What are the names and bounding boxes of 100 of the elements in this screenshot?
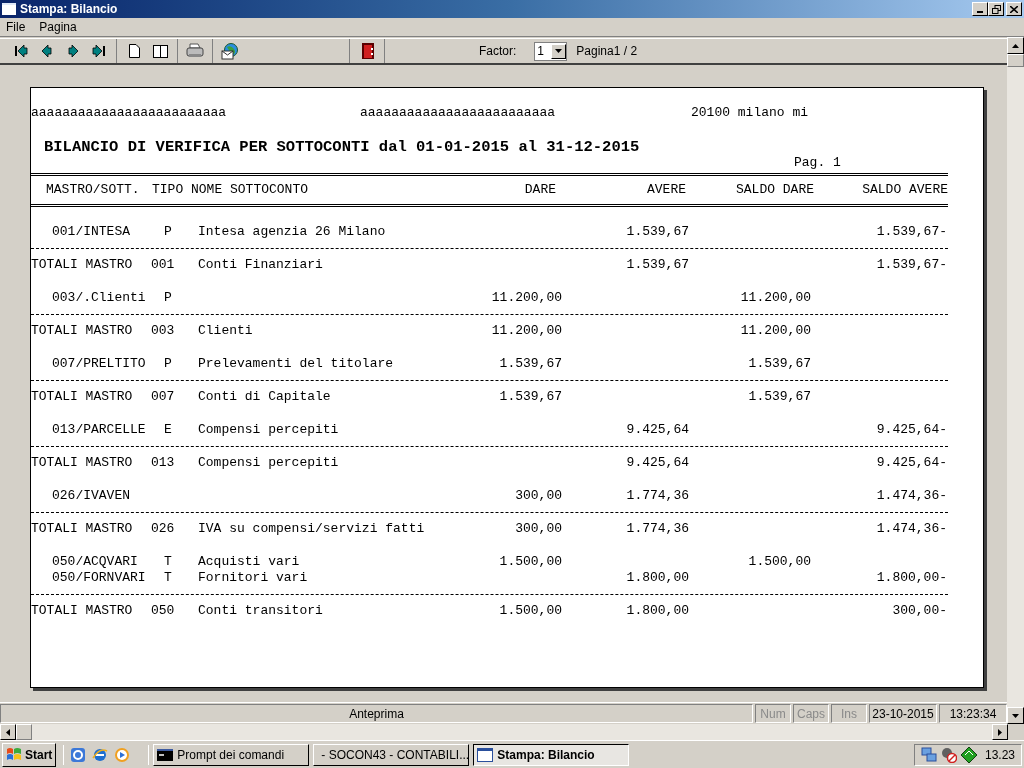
left-arrow-icon bbox=[40, 44, 54, 58]
scroll-thumb[interactable] bbox=[16, 724, 32, 740]
table-cell-text: 1.539,67 bbox=[747, 356, 811, 372]
last-arrow-icon bbox=[92, 44, 106, 58]
book-icon bbox=[152, 44, 168, 58]
table-cell-text: T bbox=[163, 554, 173, 570]
table-cell-text: Clienti bbox=[198, 323, 254, 339]
table-cell-text: 026/IVAVEN bbox=[51, 488, 131, 504]
table-cell-text: 300,00 bbox=[514, 488, 562, 504]
page-number: Pag. 1 bbox=[793, 155, 842, 171]
status-indicator: Caps bbox=[793, 704, 829, 723]
table-cell-text: 1.539,67 bbox=[498, 356, 562, 372]
table-cell-text: P bbox=[163, 224, 173, 240]
table-cell-text: 1.539,67 bbox=[498, 389, 562, 405]
table-cell-text: Compensi percepiti bbox=[198, 455, 340, 471]
header-text: aaaaaaaaaaaaaaaaaaaaaaaaa bbox=[360, 105, 557, 121]
status-date: 23-10-2015 bbox=[869, 704, 937, 723]
window-icon bbox=[2, 3, 16, 15]
start-button[interactable]: Start bbox=[2, 742, 57, 767]
table-cell-text: 001 bbox=[151, 257, 176, 273]
total-label: TOTALI MASTRO bbox=[31, 455, 134, 471]
column-header: NOME SOTTOCONTO bbox=[191, 182, 310, 198]
table-cell-text: 003 bbox=[151, 323, 176, 339]
table-cell-text: 9.425,64 bbox=[625, 455, 689, 471]
table-cell-text: 1.800,00 bbox=[625, 570, 689, 586]
table-cell-text: 11.200,00 bbox=[490, 323, 562, 339]
table-cell-text: 300,00 bbox=[514, 521, 562, 537]
table-cell-text: 11.200,00 bbox=[739, 323, 811, 339]
total-label: TOTALI MASTRO bbox=[31, 521, 134, 537]
table-cell-text: Conti Finanziari bbox=[198, 257, 324, 273]
taskbar-button[interactable]: - SOCON43 - CONTABILI... bbox=[313, 743, 470, 766]
table-cell-text: 001/INTESA bbox=[51, 224, 131, 240]
scroll-down-button[interactable] bbox=[1007, 707, 1024, 724]
total-label: TOTALI MASTRO bbox=[31, 603, 134, 619]
table-cell-text: 9.425,64 bbox=[625, 422, 689, 438]
table-cell-text: 050/FORNVARI bbox=[51, 570, 147, 586]
total-label: TOTALI MASTRO bbox=[31, 257, 134, 273]
total-label: TOTALI MASTRO bbox=[31, 389, 134, 405]
table-cell-text: 1.539,67 bbox=[747, 389, 811, 405]
network-icon[interactable] bbox=[920, 746, 937, 763]
window-icon bbox=[477, 747, 494, 762]
close-button[interactable] bbox=[1006, 2, 1022, 16]
media-player-icon[interactable] bbox=[114, 746, 131, 763]
scroll-right-button[interactable] bbox=[992, 724, 1008, 740]
table-cell-text: Fornitori vari bbox=[198, 570, 309, 586]
table-cell-text: 1.500,00 bbox=[747, 554, 811, 570]
table-cell-text: Compensi percepiti bbox=[198, 422, 340, 438]
table-cell-text: 1.500,00 bbox=[498, 554, 562, 570]
first-arrow-icon bbox=[14, 44, 28, 58]
table-cell-text: 9.425,64- bbox=[875, 455, 947, 471]
column-header: DARE bbox=[523, 182, 556, 198]
status-time: 13:23:34 bbox=[939, 704, 1007, 723]
table-cell-text: 300,00- bbox=[891, 603, 947, 619]
header-text: aaaaaaaaaaaaaaaaaaaaaaaaa bbox=[31, 105, 228, 121]
table-cell-text: Conti di Capitale bbox=[198, 389, 332, 405]
column-header: TIPO bbox=[152, 182, 185, 198]
table-cell-text: 050 bbox=[151, 603, 176, 619]
table-cell-text: 013 bbox=[151, 455, 176, 471]
table-cell-text: 1.539,67 bbox=[625, 257, 689, 273]
column-header: AVERE bbox=[646, 182, 686, 198]
status-indicator: Ins bbox=[831, 704, 867, 723]
factor-dropdown[interactable]: 1 bbox=[534, 41, 568, 61]
table-cell-text: 007 bbox=[151, 389, 176, 405]
menu-item[interactable]: Pagina bbox=[39, 18, 77, 36]
console-icon bbox=[157, 748, 174, 761]
caret-icon bbox=[555, 49, 563, 53]
scroll-thumb[interactable] bbox=[1007, 54, 1024, 67]
table-cell-text: 013/PARCELLE bbox=[51, 422, 147, 438]
table-cell-text: 003/.Clienti bbox=[51, 290, 147, 306]
table-cell-text: 007/PRELTITO bbox=[51, 356, 147, 372]
status-message: Anteprima bbox=[0, 704, 753, 723]
table-cell-text: P bbox=[163, 356, 173, 372]
table-cell-text: 11.200,00 bbox=[490, 290, 562, 306]
table-cell-text: 1.539,67 bbox=[625, 224, 689, 240]
printer-icon bbox=[186, 43, 204, 59]
column-header: SALDO DARE bbox=[735, 182, 814, 198]
table-cell-text: 1.774,36 bbox=[625, 521, 689, 537]
table-cell-text: 1.539,67- bbox=[875, 224, 947, 240]
table-cell-text: 1.800,00- bbox=[875, 570, 947, 586]
report-title: BILANCIO DI VERIFICA PER SOTTOCONTI dal 01-01-2015 al 31-12-2015 bbox=[43, 139, 641, 155]
minimize-button[interactable] bbox=[972, 2, 988, 16]
table-cell-text: P bbox=[163, 290, 173, 306]
blocked-icon[interactable] bbox=[940, 746, 957, 763]
close-icon bbox=[1010, 5, 1018, 13]
taskbar-button[interactable]: Prompt dei comandi bbox=[153, 743, 310, 766]
minimize-icon bbox=[977, 11, 983, 13]
taskbar-button[interactable]: Stampa: Bilancio bbox=[473, 743, 630, 766]
page-icon bbox=[128, 44, 140, 58]
restore-button[interactable] bbox=[988, 2, 1004, 16]
table-cell-text: T bbox=[163, 570, 173, 586]
scroll-left-button[interactable] bbox=[0, 724, 16, 740]
scroll-up-button[interactable] bbox=[1007, 37, 1024, 54]
menu-item[interactable]: File bbox=[6, 18, 26, 36]
clock: 13.23 bbox=[984, 746, 1015, 764]
page-indicator: Pagina1 / 2 bbox=[576, 43, 638, 60]
door-icon bbox=[362, 43, 374, 59]
table-cell-text: 026 bbox=[151, 521, 176, 537]
column-header: SALDO AVERE bbox=[861, 182, 948, 198]
table-cell-text: 9.425,64- bbox=[875, 422, 947, 438]
table-cell-text: Acquisti vari bbox=[198, 554, 301, 570]
